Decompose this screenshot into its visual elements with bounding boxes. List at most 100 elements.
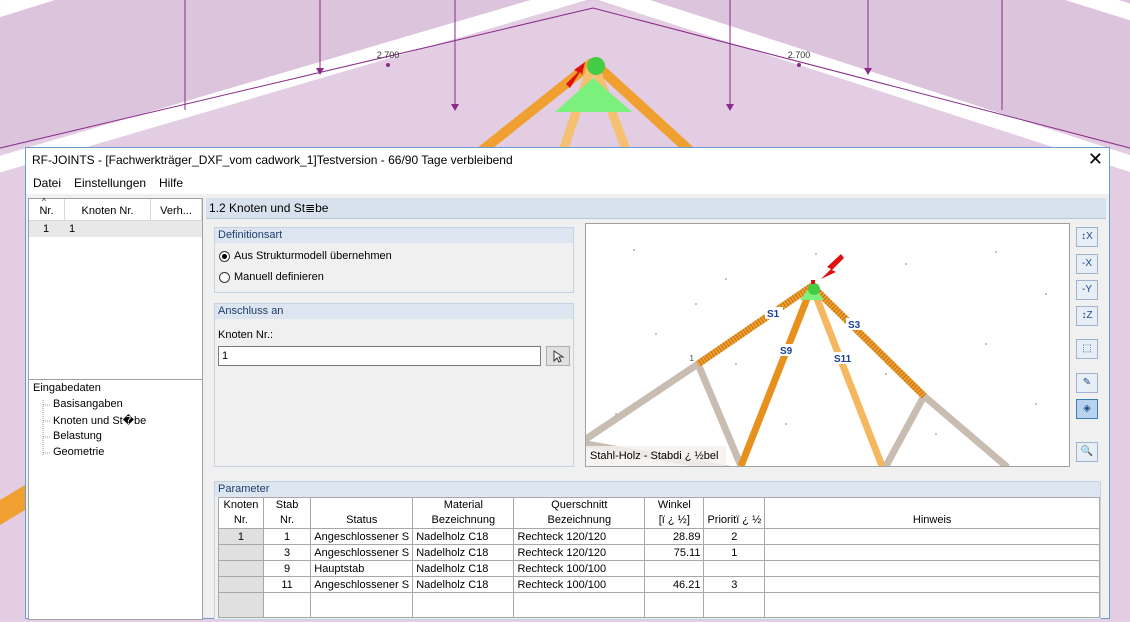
rf-joints-window: RF-JOINTS - [Fachwerkträger_DXF_vom cadw… bbox=[25, 147, 1110, 620]
anschluss-title: Anschluss an bbox=[218, 305, 284, 317]
cell-hinweis[interactable] bbox=[764, 544, 1100, 561]
radio-aus-strukturmodell[interactable] bbox=[219, 251, 230, 262]
cell-winkel[interactable]: 46.21 bbox=[644, 576, 705, 593]
cell-querschnitt[interactable]: Rechteck 120/120 bbox=[513, 544, 646, 561]
cell-material[interactable]: Nadelholz C18 bbox=[412, 560, 515, 577]
list-row[interactable]: 1 1 bbox=[29, 221, 202, 237]
cell-querschnitt[interactable]: Rechteck 100/100 bbox=[513, 560, 646, 577]
member-label-s11: S11 bbox=[834, 354, 852, 365]
cell-prioritaet[interactable] bbox=[703, 560, 766, 577]
cell-knoten[interactable]: 1 bbox=[218, 528, 264, 545]
cell-prioritaet[interactable]: 1 bbox=[703, 544, 766, 561]
cell-winkel[interactable]: 75.11 bbox=[644, 544, 705, 561]
cell-stab[interactable]: 3 bbox=[262, 544, 312, 561]
radio-label-manuell[interactable]: Manuell definieren bbox=[234, 271, 324, 283]
tree-item-belastung[interactable]: Belastung bbox=[53, 430, 102, 442]
knoten-nr-input[interactable] bbox=[218, 346, 541, 366]
col-header-prioritaet: Prioritï ¿ ½ bbox=[703, 497, 766, 529]
table-row[interactable]: 3 Angeschlossener S Nadelholz C18 Rechte… bbox=[218, 544, 1100, 561]
cell-empty[interactable] bbox=[764, 592, 1100, 618]
cell-querschnitt[interactable]: Rechteck 100/100 bbox=[513, 576, 646, 593]
table-row[interactable]: 1 1 Angeschlossener S Nadelholz C18 Rech… bbox=[218, 528, 1100, 545]
cell-hinweis[interactable] bbox=[764, 560, 1100, 577]
isometric-icon[interactable]: ⬚ bbox=[1076, 339, 1098, 359]
sort-up-icon: ^ bbox=[42, 197, 46, 206]
column-header-nr[interactable]: ^ Nr. bbox=[29, 197, 65, 221]
cell-empty[interactable] bbox=[412, 592, 515, 618]
cell-status[interactable]: Angeschlossener S bbox=[310, 576, 414, 593]
definitionsart-header: Definitionsart bbox=[215, 228, 573, 243]
anschluss-group: Anschluss an Knoten Nr.: bbox=[214, 303, 574, 467]
cell-stab[interactable]: 1 bbox=[262, 528, 312, 545]
dimension-label-right: 2.700 bbox=[788, 50, 811, 60]
column-header-verh[interactable]: Verh... bbox=[151, 199, 202, 221]
cell-empty[interactable] bbox=[703, 592, 766, 618]
radio-label-aus-strukturmodell[interactable]: Aus Strukturmodell übernehmen bbox=[234, 250, 392, 262]
list-cell-nr: 1 bbox=[43, 223, 50, 235]
cell-winkel[interactable]: 28.89 bbox=[644, 528, 705, 545]
cell-knoten-empty[interactable] bbox=[218, 592, 264, 618]
radio-manuell[interactable] bbox=[219, 272, 230, 283]
dimension-label-left: 2.700 bbox=[377, 50, 400, 60]
pick-node-button[interactable] bbox=[546, 346, 570, 366]
cell-status[interactable]: Hauptstab bbox=[310, 560, 414, 577]
viewport-caption: Stahl-Holz - Stabdi ¿ ½bel bbox=[590, 450, 718, 462]
cell-empty[interactable] bbox=[262, 592, 312, 618]
cell-material[interactable]: Nadelholz C18 bbox=[412, 576, 515, 593]
window-title: RF-JOINTS - [Fachwerkträger_DXF_vom cadw… bbox=[32, 153, 513, 167]
render-icon[interactable]: ◈ bbox=[1076, 399, 1098, 419]
col-header-knoten: Knoten Nr. bbox=[218, 497, 264, 529]
zoom-icon[interactable]: 🔍 bbox=[1076, 442, 1098, 462]
menu-einstellungen[interactable]: Einstellungen bbox=[74, 176, 146, 190]
graphics-viewport[interactable]: 1 S1 S9 S11 S3 Stahl-Holz - Stabdi ¿ ½be… bbox=[585, 223, 1070, 467]
edit-icon[interactable]: ✎ bbox=[1076, 373, 1098, 393]
cell-material[interactable]: Nadelholz C18 bbox=[412, 528, 515, 545]
cell-prioritaet[interactable]: 2 bbox=[703, 528, 766, 545]
cell-knoten[interactable] bbox=[218, 576, 264, 593]
member-label-s1: S1 bbox=[767, 309, 780, 320]
cell-stab[interactable]: 9 bbox=[262, 560, 312, 577]
list-cell-knoten: 1 bbox=[69, 223, 76, 235]
truss-graphic: 1 S1 S9 S11 S3 Stahl-Holz - Stabdi ¿ ½be… bbox=[586, 249, 1047, 466]
cell-knoten[interactable] bbox=[218, 544, 264, 561]
view-z-icon[interactable]: ↕Z bbox=[1076, 306, 1098, 326]
col-header-hinweis: Hinweis bbox=[764, 497, 1100, 529]
tree-item-knoten-und-staebe[interactable]: Knoten und St�be bbox=[53, 414, 146, 427]
cell-querschnitt[interactable]: Rechteck 120/120 bbox=[513, 528, 646, 545]
cell-empty[interactable] bbox=[310, 592, 414, 618]
cell-winkel[interactable] bbox=[644, 560, 705, 577]
cell-empty[interactable] bbox=[513, 592, 646, 618]
cell-material[interactable]: Nadelholz C18 bbox=[412, 544, 515, 561]
definitionsart-group: Definitionsart Aus Strukturmodell überne… bbox=[214, 227, 574, 293]
cell-empty[interactable] bbox=[644, 592, 705, 618]
definitionsart-title: Definitionsart bbox=[218, 229, 283, 241]
cell-hinweis[interactable] bbox=[764, 528, 1100, 545]
anschluss-header: Anschluss an bbox=[215, 304, 573, 319]
cell-status[interactable]: Angeschlossener S bbox=[310, 544, 414, 561]
pick-cursor-icon bbox=[553, 350, 565, 363]
table-row[interactable]: 11 Angeschlossener S Nadelholz C18 Recht… bbox=[218, 576, 1100, 593]
view-x-icon[interactable]: ↕X bbox=[1076, 227, 1098, 247]
table-row[interactable]: 9 Hauptstab Nadelholz C18 Rechteck 100/1… bbox=[218, 560, 1100, 577]
column-header-knoten[interactable]: Knoten Nr. bbox=[65, 199, 151, 221]
tree-item-basisangaben[interactable]: Basisangaben bbox=[53, 398, 123, 410]
cell-hinweis[interactable] bbox=[764, 576, 1100, 593]
cell-stab[interactable]: 11 bbox=[262, 576, 312, 593]
view-minus-x-icon[interactable]: -X bbox=[1076, 254, 1098, 274]
title-bar: RF-JOINTS - [Fachwerkträger_DXF_vom cadw… bbox=[26, 148, 1109, 172]
cell-status[interactable]: Angeschlossener S bbox=[310, 528, 414, 545]
cell-knoten[interactable] bbox=[218, 560, 264, 577]
close-icon[interactable]: ✕ bbox=[1088, 149, 1103, 169]
col-header-stab: Stab Nr. bbox=[262, 497, 312, 529]
tree-root-eingabedaten[interactable]: Eingabedaten bbox=[33, 382, 101, 394]
table-row-empty[interactable] bbox=[218, 592, 1100, 618]
menu-datei[interactable]: Datei bbox=[33, 176, 61, 190]
menu-hilfe[interactable]: Hilfe bbox=[159, 176, 183, 190]
knoten-nr-label: Knoten Nr.: bbox=[218, 329, 274, 341]
column-header-knoten-label: Knoten Nr. bbox=[81, 205, 134, 217]
parameter-table: Knoten Nr. Stab Nr. Status Material Bezeich… bbox=[218, 497, 1100, 618]
tree-item-geometrie[interactable]: Geometrie bbox=[53, 446, 104, 458]
cell-prioritaet[interactable]: 3 bbox=[703, 576, 766, 593]
menu-bar: Datei Einstellungen Hilfe bbox=[26, 172, 1109, 194]
view-minus-y-icon[interactable]: -Y bbox=[1076, 280, 1098, 300]
